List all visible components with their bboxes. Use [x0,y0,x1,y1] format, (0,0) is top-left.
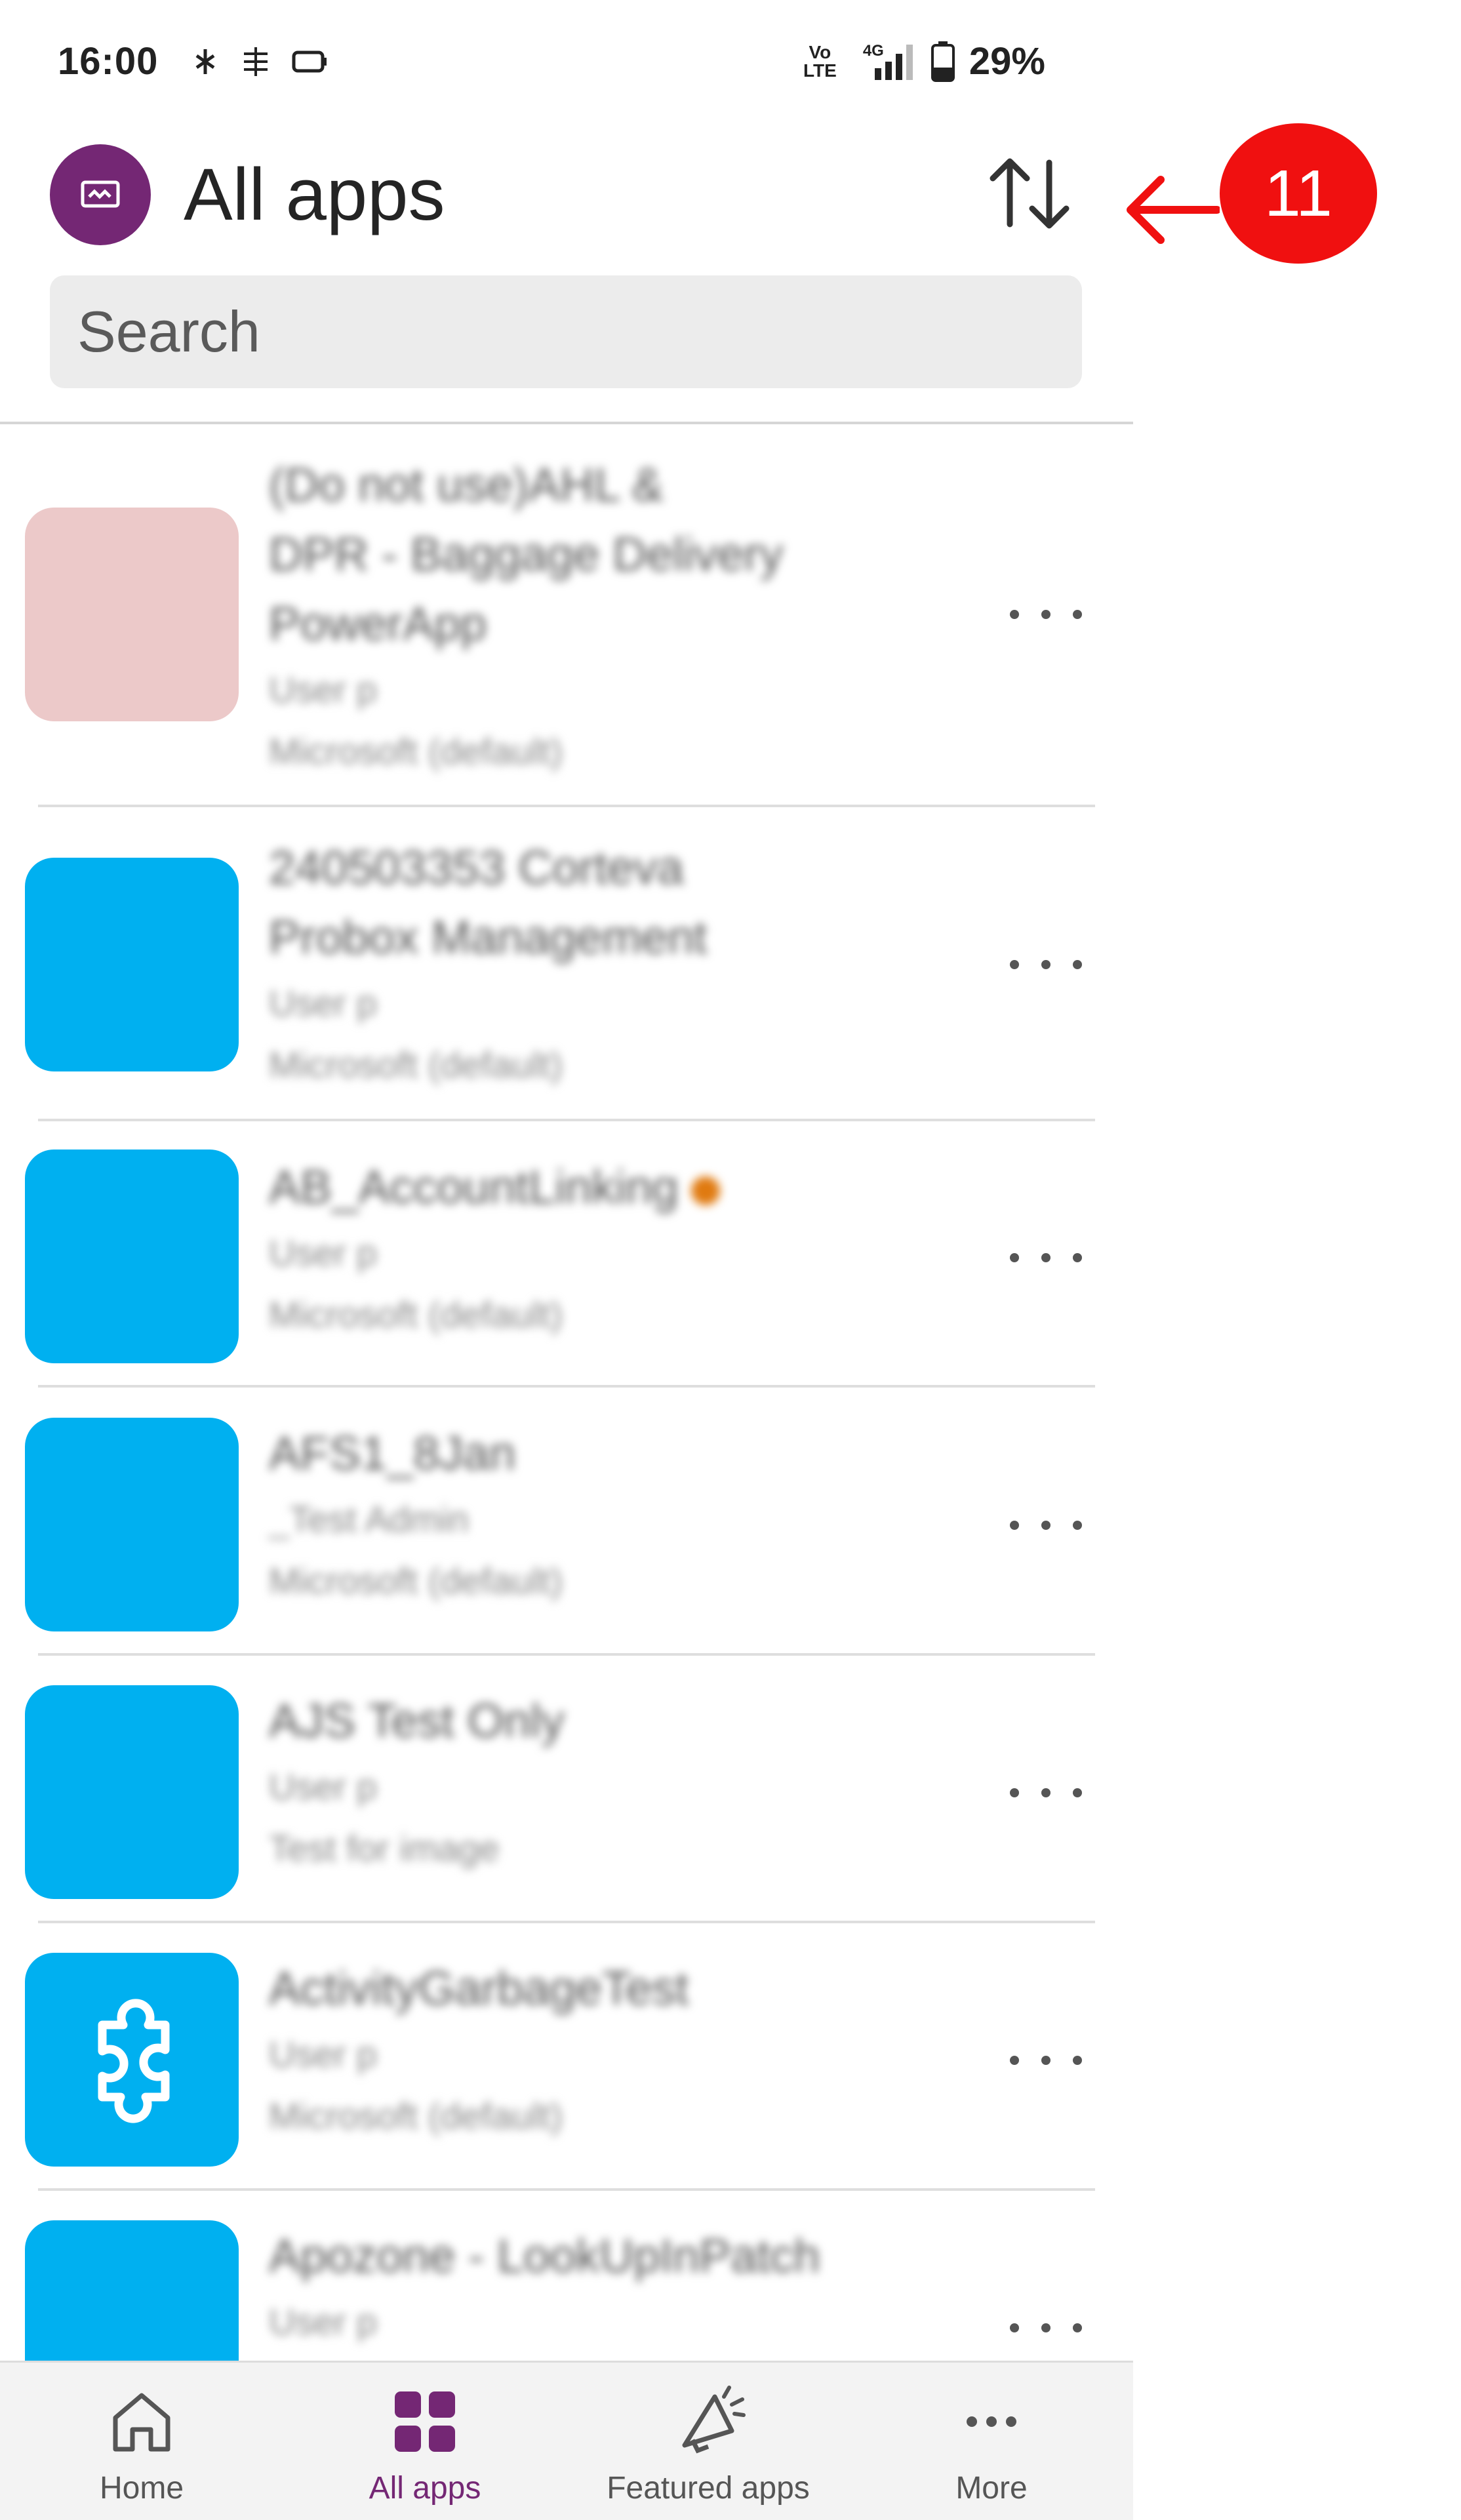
search-input[interactable] [76,298,1082,366]
app-text: ActivityGarbageTest User p Microsoft (de… [269,1954,976,2147]
more-dots-icon [967,2416,1016,2427]
page-title: All apps [184,153,445,235]
battery-icon [931,41,955,82]
more-options-button[interactable] [1010,2041,1082,2080]
more-options-button[interactable] [1010,1506,1082,1545]
bluetooth-like-icon [195,49,215,74]
app-text: AB_AccountLinking User p Microsoft (defa… [269,1153,976,1346]
more-options-button[interactable] [1010,595,1082,634]
app-text: (Do not use)AHL & DPR - Baggage Delivery… [269,450,976,782]
favorite-star-icon [691,1176,721,1205]
more-options-button[interactable] [1010,945,1082,984]
home-icon [113,2393,170,2452]
app-text: 240503353 Corteva Probox Management User… [269,833,976,1096]
list-item[interactable]: AFS1_8Jan _Test Admin Microsoft (default… [0,1388,1133,1656]
sort-button[interactable] [984,151,1075,236]
app-environment: Microsoft (default) [269,2095,563,2136]
list-item[interactable]: AJS Test Only User p Test for image [0,1655,1133,1923]
list-item[interactable]: ActivityGarbageTest User p Microsoft (de… [0,1923,1133,2191]
annotation-arrow-icon [1127,176,1220,244]
app-environment: Test for image [269,1828,500,1869]
status-icons-right: Vo LTE 4G 29% [803,39,1045,83]
app-owner: User p [269,2301,377,2342]
app-title: AB_AccountLinking [269,1161,679,1214]
power-apps-logo-icon [50,144,151,245]
status-icons-left [190,45,328,79]
nav-featured-apps-label: Featured apps [607,2471,810,2506]
more-options-button[interactable] [1010,1238,1082,1277]
nav-featured-apps[interactable]: Featured apps [567,2363,850,2520]
status-time: 16:00 [58,40,159,83]
app-title-line: PowerApp [269,598,487,650]
bottom-navigation: Home All apps Featured apps More [0,2361,1133,2520]
app-title-line: AB_AccountLinking [269,1153,976,1222]
nav-home[interactable]: Home [0,2363,283,2520]
app-tile-icon [25,508,239,721]
volte-top: Vo [809,41,831,62]
search-box[interactable] [50,275,1082,388]
nav-home-label: Home [99,2471,184,2506]
app-title-line: (Do not use)AHL & [269,459,664,511]
apps-grid-icon [395,2391,455,2452]
app-title-line: DPR - Baggage Delivery [269,529,784,581]
app-tile-icon [25,1418,239,1631]
megaphone-icon [682,2386,746,2454]
more-options-button[interactable] [1010,2308,1082,2348]
app-title-line: AFS1_8Jan [269,1428,516,1480]
sort-arrows-icon [990,158,1070,229]
list-item[interactable]: Apozone - LookUpInPatch User p [0,2190,1133,2361]
app-title-line: Probox Management [269,911,708,964]
app-owner: User p [269,669,377,710]
app-tile-icon [25,2220,239,2361]
app-tile-icon [25,1953,239,2167]
volte-bottom: LTE [803,60,837,81]
app-environment: Microsoft (default) [269,1294,563,1335]
app-tile-icon [25,1685,239,1899]
app-owner: _Test Admin [269,1498,470,1540]
app-owner: User p [269,2033,377,2075]
nav-all-apps[interactable]: All apps [283,2363,567,2520]
nav-more-label: More [955,2471,1028,2506]
app-text: Apozone - LookUpInPatch User p [269,2222,976,2353]
app-title-line: 240503353 Corteva [269,842,684,894]
app-text: AJS Test Only User p Test for image [269,1687,976,1879]
signal-icon: 4G [851,42,917,81]
volte-label: Vo LTE [803,43,837,80]
app-tile-icon [25,1150,239,1363]
app-owner: User p [269,1232,377,1273]
app-owner: User p [269,982,377,1024]
app-title-line: ActivityGarbageTest [269,1963,689,2015]
app-title-line: Apozone - LookUpInPatch [269,2230,820,2283]
nav-more[interactable]: More [850,2363,1133,2520]
puzzle-icon [98,1999,170,2123]
nav-all-apps-label: All apps [369,2471,481,2506]
app-owner: User p [269,1766,377,1807]
app-title-line: AJS Test Only [269,1695,565,1748]
app-list[interactable]: (Do not use)AHL & DPR - Baggage Delivery… [0,424,1133,2361]
list-item[interactable]: AB_AccountLinking User p Microsoft (defa… [0,1121,1133,1388]
more-options-button[interactable] [1010,1773,1082,1812]
app-environment: Microsoft (default) [269,730,563,772]
app-environment: Microsoft (default) [269,1044,563,1085]
app-text: AFS1_8Jan _Test Admin Microsoft (default… [269,1419,976,1612]
list-item[interactable]: 240503353 Corteva Probox Management User… [0,807,1133,1121]
battery-percent: 29% [969,40,1045,83]
cast-icon [292,50,327,73]
nfc-icon [244,47,268,76]
app-environment: Microsoft (default) [269,1560,563,1601]
list-item[interactable]: (Do not use)AHL & DPR - Baggage Delivery… [0,424,1133,807]
app-tile-icon [25,858,239,1071]
annotation-badge: 11 [1220,123,1377,264]
